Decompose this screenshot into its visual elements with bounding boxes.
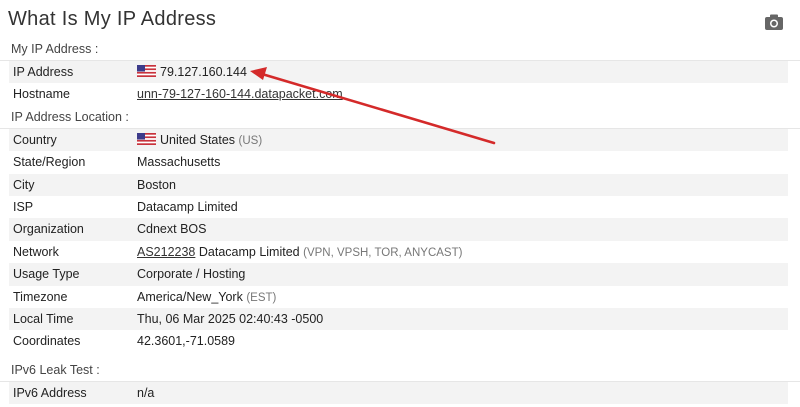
row-local-time: Local Time Thu, 06 Mar 2025 02:40:43 -05… bbox=[9, 307, 788, 331]
ip-info-panel: My IP Address : IP Address 79.127.160.14… bbox=[0, 38, 800, 405]
row-label: ISP bbox=[13, 199, 34, 214]
organization-value: Cdnext BOS bbox=[137, 222, 207, 237]
page-header: What Is My IP Address bbox=[0, 0, 800, 38]
isp-value: Datacamp Limited bbox=[137, 199, 238, 214]
ipv6-value: n/a bbox=[137, 385, 155, 400]
row-state: State/Region Massachusetts bbox=[9, 151, 788, 173]
ip-address-text[interactable]: 79.127.160.144 bbox=[160, 65, 247, 79]
timezone-name: America/New_York bbox=[137, 289, 243, 304]
row-coordinates: Coordinates 42.3601,-71.0589 bbox=[9, 330, 788, 352]
timezone-value: America/New_York (EST) bbox=[137, 286, 276, 309]
country-code: (US) bbox=[238, 134, 263, 147]
row-ipv6-address: IPv6 Address n/a bbox=[9, 381, 788, 405]
row-label: Country bbox=[13, 132, 57, 147]
row-ip-address: IP Address 79.127.160.144 bbox=[9, 61, 788, 84]
coordinates-value: 42.3601,-71.0589 bbox=[137, 334, 236, 349]
network-value: AS212238 Datacamp Limited (VPN, VPSH, TO… bbox=[137, 241, 462, 264]
country-value: United States (US) bbox=[137, 129, 262, 152]
asn-link[interactable]: AS212238 bbox=[137, 245, 195, 259]
section-title-my-ip: My IP Address : bbox=[0, 38, 800, 61]
usage-type-value: Corporate / Hosting bbox=[137, 267, 246, 282]
location-table: Country United States (US) State/Region bbox=[9, 128, 788, 353]
hostname-link[interactable]: unn-79-127-160-144.datapacket.com bbox=[137, 87, 343, 101]
row-network: Network AS212238 Datacamp Limited (VPN, … bbox=[9, 241, 788, 263]
state-value: Massachusetts bbox=[137, 155, 221, 170]
row-usage-type: Usage Type Corporate / Hosting bbox=[9, 263, 788, 286]
row-label: IPv6 Address bbox=[13, 385, 87, 400]
row-label: Hostname bbox=[13, 87, 70, 102]
city-value: Boston bbox=[137, 177, 176, 192]
row-label: Coordinates bbox=[13, 334, 81, 349]
my-ip-table: IP Address 79.127.160.144 Hostname unn-7… bbox=[9, 61, 788, 106]
row-label: Network bbox=[13, 244, 59, 259]
row-label: Usage Type bbox=[13, 267, 80, 282]
row-label: City bbox=[13, 177, 35, 192]
row-label: IP Address bbox=[13, 65, 74, 79]
network-tags: (VPN, VPSH, TOR, ANYCAST) bbox=[303, 246, 463, 259]
page-title: What Is My IP Address bbox=[8, 8, 217, 30]
row-label: State/Region bbox=[13, 155, 86, 170]
row-organization: Organization Cdnext BOS bbox=[9, 218, 788, 241]
row-city: City Boston bbox=[9, 173, 788, 196]
row-isp: ISP Datacamp Limited bbox=[9, 196, 788, 218]
camera-icon[interactable] bbox=[764, 13, 784, 31]
timezone-abbrev: (EST) bbox=[246, 291, 277, 304]
us-flag-icon bbox=[137, 132, 156, 145]
ip-address-value: 79.127.160.144 bbox=[137, 61, 247, 83]
section-title-ipv6: IPv6 Leak Test : bbox=[0, 359, 800, 382]
ipv6-table: IPv6 Address n/a bbox=[9, 381, 788, 405]
row-timezone: Timezone America/New_York (EST) bbox=[9, 286, 788, 308]
row-label: Organization bbox=[13, 222, 84, 237]
row-country: Country United States (US) bbox=[9, 128, 788, 152]
row-hostname: Hostname unn-79-127-160-144.datapacket.c… bbox=[9, 83, 788, 105]
section-title-location: IP Address Location : bbox=[0, 106, 800, 129]
row-label: Timezone bbox=[13, 289, 68, 304]
network-name: Datacamp Limited bbox=[198, 244, 300, 259]
local-time-value: Thu, 06 Mar 2025 02:40:43 -0500 bbox=[137, 311, 324, 326]
us-flag-icon bbox=[137, 65, 156, 77]
row-label: Local Time bbox=[13, 311, 74, 326]
hostname-value: unn-79-127-160-144.datapacket.com bbox=[137, 83, 343, 105]
country-name: United States bbox=[160, 132, 236, 147]
